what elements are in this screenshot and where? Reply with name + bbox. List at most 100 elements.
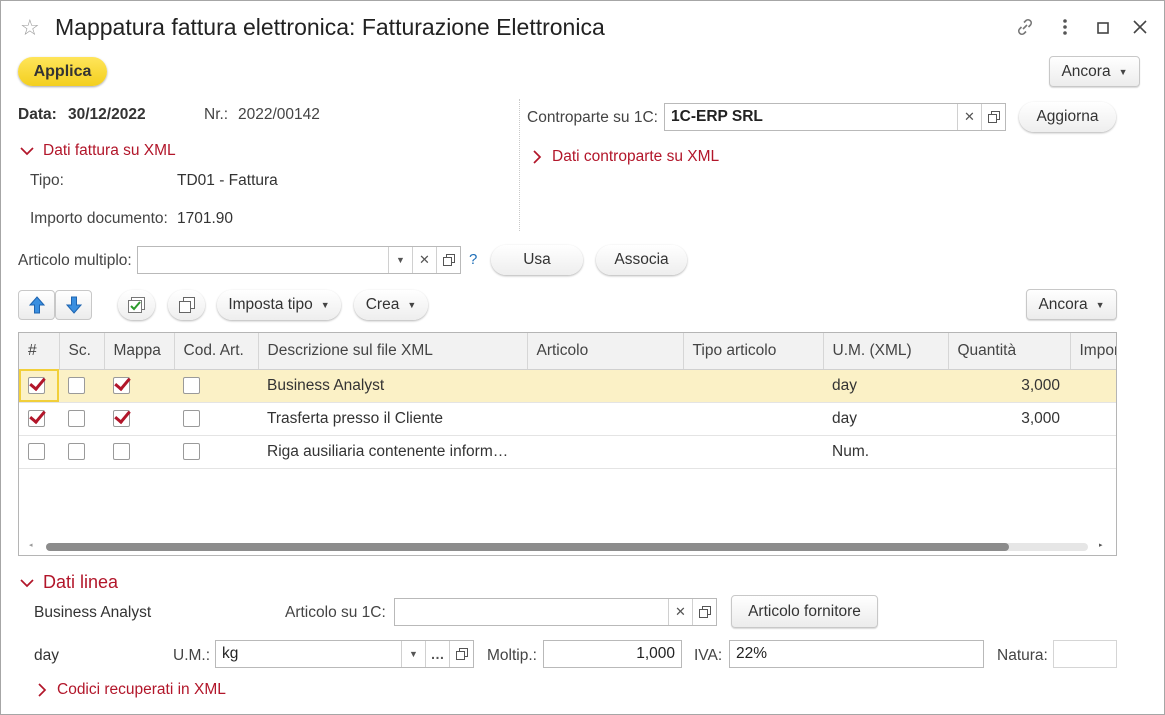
hash-cell[interactable] [19,402,59,436]
col-header-mappa[interactable]: Mappa [104,333,175,370]
aggiorna-button[interactable]: Aggiorna [1019,102,1116,132]
um-xml-cell[interactable]: Num. [823,435,948,469]
importo-cell[interactable] [1070,369,1116,403]
mappa-cell[interactable] [104,435,174,469]
quantita-cell[interactable] [948,435,1070,469]
descrizione-cell[interactable]: Trasferta presso il Cliente [258,402,527,436]
favorite-star-icon[interactable]: ☆ [20,15,40,41]
table-more-button[interactable]: Ancora ▼ [1026,289,1117,320]
quantita-cell[interactable]: 3,000 [948,369,1070,403]
move-up-button[interactable] [18,290,55,320]
more-button[interactable]: Ancora ▼ [1049,56,1140,87]
um-xml-cell[interactable]: day [823,402,948,436]
hash-checkbox[interactable] [28,409,45,427]
importo-cell[interactable] [1070,435,1116,469]
open-icon[interactable] [692,599,716,625]
tipo-articolo-cell[interactable] [683,402,823,436]
articolo-fornitore-button[interactable]: Articolo fornitore [731,595,878,628]
sc-checkbox[interactable] [68,409,85,427]
articolo-cell[interactable] [527,402,683,436]
dati-linea-toggle[interactable]: Dati linea [20,572,118,593]
sc-cell[interactable] [59,369,104,403]
mappa-checkbox[interactable] [113,376,130,394]
cod-art-cell[interactable] [174,402,258,436]
help-icon[interactable]: ? [469,251,477,268]
col-header-tipo-articolo[interactable]: Tipo articolo [683,333,824,370]
dropdown-icon[interactable]: ▼ [388,247,412,273]
table-row[interactable]: Business Analyst day 3,000 [19,369,1116,403]
sc-checkbox[interactable] [68,442,85,460]
col-header-hash[interactable]: # [19,333,60,370]
scroll-left-icon[interactable]: ◂ [29,541,33,549]
controparte-field[interactable]: 1C-ERP SRL ✕ [664,103,1006,131]
cod-art-checkbox[interactable] [183,409,200,427]
clear-icon[interactable]: ✕ [668,599,692,625]
tipo-articolo-cell[interactable] [683,435,823,469]
col-header-cod-art[interactable]: Cod. Art. [174,333,259,370]
link-icon[interactable] [1015,17,1035,42]
close-icon[interactable] [1133,20,1147,38]
mapping-table[interactable]: # Sc. Mappa Cod. Art. Descrizione sul fi… [18,332,1117,556]
quantita-cell[interactable]: 3,000 [948,402,1070,436]
dati-fattura-toggle[interactable]: Dati fattura su XML [20,142,176,160]
hash-cell[interactable] [19,369,59,403]
iva-field[interactable]: 22% [729,640,984,668]
natura-field[interactable] [1053,640,1117,668]
usa-button[interactable]: Usa [491,245,583,275]
open-icon[interactable] [449,641,473,667]
articolo-cell[interactable] [527,435,683,469]
sc-cell[interactable] [59,402,104,436]
check-all-button[interactable] [118,290,155,320]
um-xml-cell[interactable]: day [823,369,948,403]
clear-icon[interactable]: ✕ [957,104,981,130]
sc-cell[interactable] [59,435,104,469]
maximize-icon[interactable] [1097,21,1109,38]
tipo-value: TD01 - Fattura [177,172,278,189]
importo-cell[interactable] [1070,402,1116,436]
col-header-quantita[interactable]: Quantità [948,333,1071,370]
crea-button[interactable]: Crea ▼ [354,290,428,320]
mappa-checkbox[interactable] [113,409,130,427]
cod-art-cell[interactable] [174,435,258,469]
um-field[interactable]: kg ▼ … [215,640,474,668]
clear-icon[interactable]: ✕ [412,247,436,273]
col-header-importo[interactable]: Impor [1070,333,1116,370]
moltip-field[interactable]: 1,000 [543,640,682,668]
more-vertical-icon[interactable] [1062,18,1068,40]
ellipsis-icon[interactable]: … [425,641,449,667]
articolo-cell[interactable] [527,369,683,403]
dati-controparte-toggle[interactable]: Dati controparte su XML [532,148,719,166]
table-row[interactable]: Trasferta presso il Cliente day 3,000 [19,402,1116,436]
cod-art-checkbox[interactable] [183,442,200,460]
mappa-cell[interactable] [104,402,174,436]
dropdown-icon[interactable]: ▼ [401,641,425,667]
codici-toggle[interactable]: Codici recuperati in XML [37,681,226,699]
horizontal-scrollbar-thumb[interactable] [46,543,1009,551]
open-icon[interactable] [981,104,1005,130]
descrizione-cell[interactable]: Riga ausiliaria contenente inform… [258,435,527,469]
hash-checkbox[interactable] [28,442,45,460]
cod-art-cell[interactable] [174,369,258,403]
hash-checkbox[interactable] [28,376,45,394]
col-header-articolo[interactable]: Articolo [527,333,684,370]
associa-button[interactable]: Associa [596,245,687,275]
col-header-descrizione[interactable]: Descrizione sul file XML [258,333,528,370]
articolo-multiplo-field[interactable]: ▼ ✕ [137,246,461,274]
mappa-checkbox[interactable] [113,442,130,460]
col-header-um-xml[interactable]: U.M. (XML) [823,333,949,370]
scroll-right-icon[interactable]: ▸ [1099,541,1103,549]
open-icon[interactable] [436,247,460,273]
descrizione-cell[interactable]: Business Analyst [258,369,527,403]
mappa-cell[interactable] [104,369,174,403]
move-down-button[interactable] [55,290,92,320]
apply-button[interactable]: Applica [18,57,107,86]
imposta-tipo-button[interactable]: Imposta tipo ▼ [217,290,341,320]
table-row[interactable]: Riga ausiliaria contenente inform… Num. [19,435,1116,469]
col-header-sc[interactable]: Sc. [59,333,105,370]
copy-button[interactable] [168,290,205,320]
sc-checkbox[interactable] [68,376,85,394]
tipo-articolo-cell[interactable] [683,369,823,403]
cod-art-checkbox[interactable] [183,376,200,394]
hash-cell[interactable] [19,435,59,469]
articolo-1c-field[interactable]: ✕ [394,598,717,626]
